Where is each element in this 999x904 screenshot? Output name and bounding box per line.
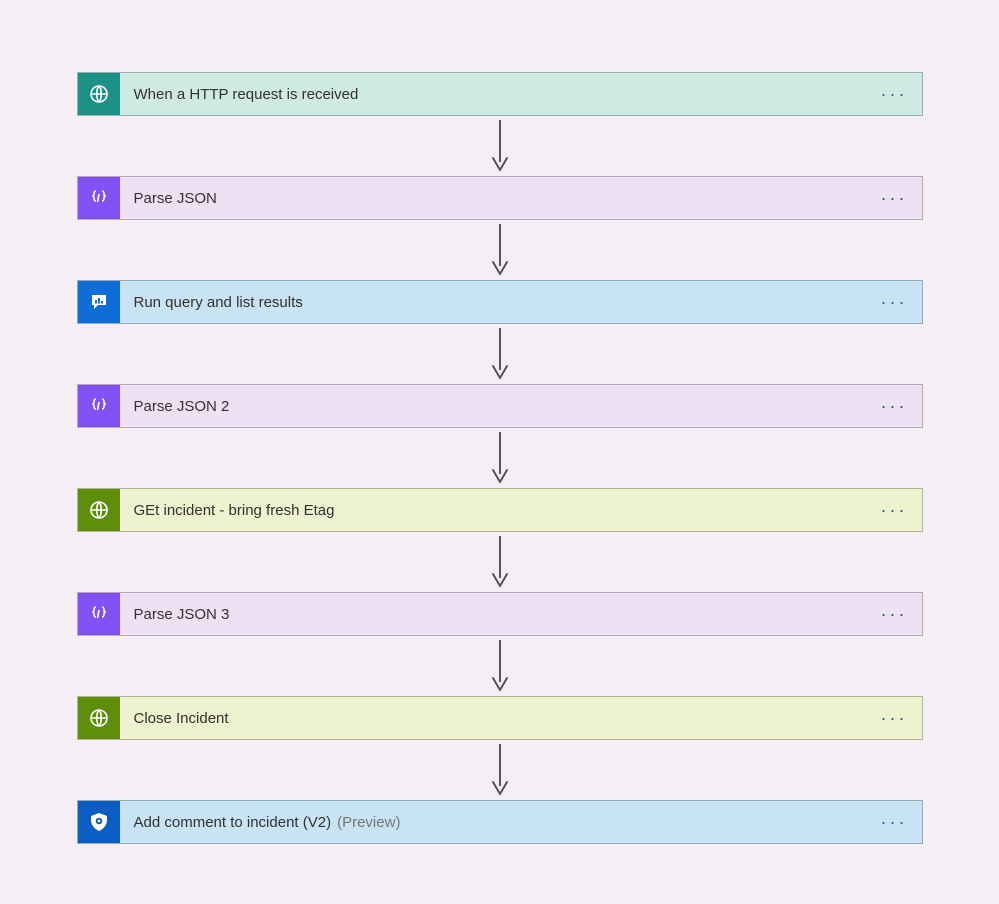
globe-icon [88, 499, 110, 521]
flow-step[interactable]: Add comment to incident (V2)(Preview)··· [77, 800, 923, 844]
step-label: Run query and list results [120, 294, 867, 311]
flow-step[interactable]: GEt incident - bring fresh Etag ··· [77, 488, 923, 532]
shield-icon [88, 811, 110, 833]
step-suffix: (Preview) [331, 814, 400, 831]
step-label-text: Add comment to incident (V2) [134, 814, 332, 831]
step-label-text: Parse JSON 2 [134, 398, 230, 415]
flow-step[interactable]: Parse JSON 2 ··· [77, 384, 923, 428]
step-label: GEt incident - bring fresh Etag [120, 502, 867, 519]
more-menu-button[interactable]: ··· [867, 605, 922, 623]
step-label-text: Parse JSON [134, 190, 217, 207]
step-icon-slot [78, 801, 120, 843]
step-label: Add comment to incident (V2)(Preview) [120, 814, 867, 831]
globe-icon [88, 707, 110, 729]
step-label-text: Close Incident [134, 710, 229, 727]
flow-arrow [488, 532, 512, 592]
flow-step[interactable]: Parse JSON 3 ··· [77, 592, 923, 636]
step-label: When a HTTP request is received [120, 86, 867, 103]
step-label-text: Parse JSON 3 [134, 606, 230, 623]
flow-arrow [488, 636, 512, 696]
flow-arrow [488, 740, 512, 800]
json-icon [88, 603, 110, 625]
step-label-text: GEt incident - bring fresh Etag [134, 502, 335, 519]
step-icon-slot [78, 177, 120, 219]
step-label: Parse JSON 3 [120, 606, 867, 623]
json-icon [88, 395, 110, 417]
flow-column: When a HTTP request is received···Parse … [0, 72, 999, 844]
step-label: Parse JSON [120, 190, 867, 207]
flow-arrow [488, 428, 512, 488]
more-menu-button[interactable]: ··· [867, 501, 922, 519]
more-menu-button[interactable]: ··· [867, 709, 922, 727]
more-menu-button[interactable]: ··· [867, 189, 922, 207]
step-label-text: Run query and list results [134, 294, 303, 311]
more-menu-button[interactable]: ··· [867, 397, 922, 415]
more-menu-button[interactable]: ··· [867, 293, 922, 311]
step-icon-slot [78, 73, 120, 115]
flow-canvas: When a HTTP request is received···Parse … [0, 0, 999, 904]
flow-step[interactable]: Parse JSON ··· [77, 176, 923, 220]
step-icon-slot [78, 489, 120, 531]
more-menu-button[interactable]: ··· [867, 85, 922, 103]
step-label-text: When a HTTP request is received [134, 86, 359, 103]
step-icon-slot [78, 281, 120, 323]
query-icon [88, 291, 110, 313]
step-icon-slot [78, 593, 120, 635]
flow-arrow [488, 220, 512, 280]
flow-step[interactable]: Close Incident ··· [77, 696, 923, 740]
step-icon-slot [78, 697, 120, 739]
flow-step[interactable]: Run query and list results ··· [77, 280, 923, 324]
step-label: Parse JSON 2 [120, 398, 867, 415]
flow-arrow [488, 116, 512, 176]
step-icon-slot [78, 385, 120, 427]
globe-icon [88, 83, 110, 105]
flow-step[interactable]: When a HTTP request is received ··· [77, 72, 923, 116]
step-label: Close Incident [120, 710, 867, 727]
json-icon [88, 187, 110, 209]
more-menu-button[interactable]: ··· [867, 813, 922, 831]
flow-arrow [488, 324, 512, 384]
